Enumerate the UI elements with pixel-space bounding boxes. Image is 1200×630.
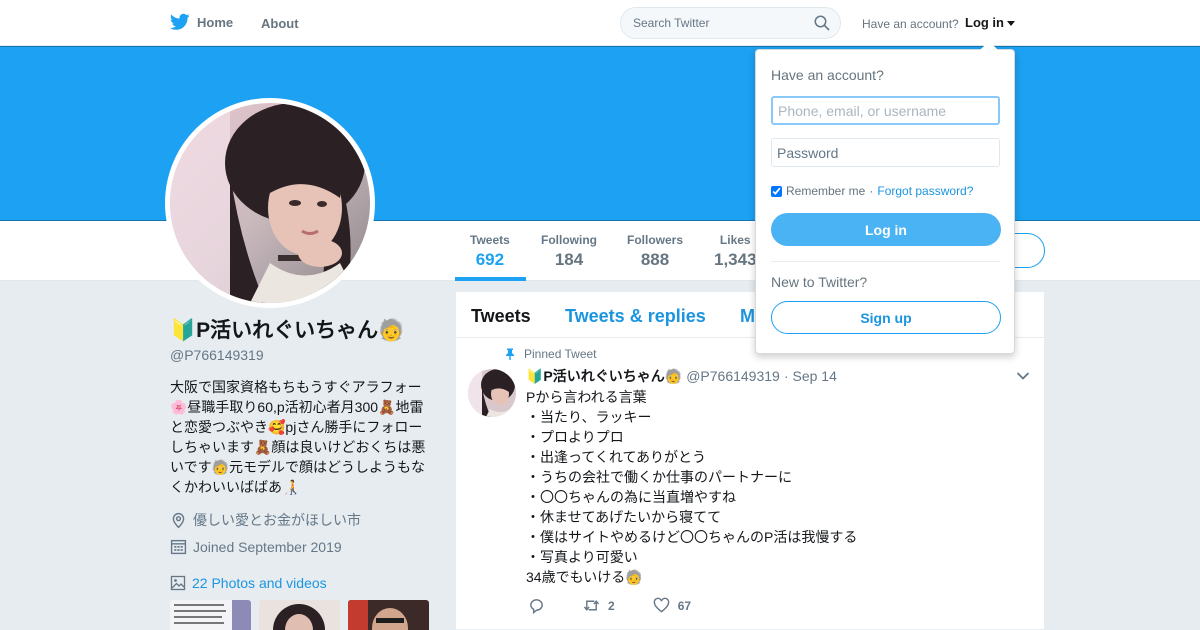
stat-tweets[interactable]: Tweets 692 xyxy=(470,233,510,270)
search-input[interactable] xyxy=(621,8,801,38)
tweet-line: Pから言われる言葉 xyxy=(526,389,647,405)
retweet-button[interactable]: 2 xyxy=(583,597,615,614)
photo-thumbnail[interactable] xyxy=(170,600,251,630)
avatar-photo xyxy=(170,103,370,303)
stat-value: 888 xyxy=(640,250,670,269)
tweet-line: ・うちの会社で働くか仕事のパートナーに xyxy=(526,469,792,485)
image-icon xyxy=(170,575,186,591)
pin-icon xyxy=(506,348,514,360)
tab-tweets-replies[interactable]: Tweets & replies xyxy=(565,306,706,327)
new-to-twitter-text: New to Twitter? xyxy=(771,274,868,290)
tweet-line: ・僕はサイトやめるけど〇〇ちゃんのP活は我慢する xyxy=(526,529,858,545)
search-box xyxy=(620,7,841,39)
tab-tweets[interactable]: Tweets xyxy=(471,306,531,327)
tweet-avatar[interactable] xyxy=(468,369,516,417)
stat-label: Followers xyxy=(627,233,684,247)
joined-text: Joined September 2019 xyxy=(193,538,342,555)
photo-thumbnail[interactable] xyxy=(348,600,429,630)
reply-icon xyxy=(530,599,543,614)
login-dropdown: Have an account? Remember me · Forgot pa… xyxy=(755,41,1015,354)
calendar-icon xyxy=(170,539,187,555)
photo-thumbnail[interactable] xyxy=(259,600,340,630)
stat-following[interactable]: Following 184 xyxy=(541,233,597,270)
stat-likes[interactable]: Likes 1,343 xyxy=(714,233,757,270)
dropdown-arrow xyxy=(980,41,998,50)
profile-bio: 大阪で国家資格もちもうすぐアラフォー🌸昼職手取り60,p活初心者月300🧸地雷と… xyxy=(170,379,426,495)
stat-label: Tweets xyxy=(470,233,510,247)
tweet-line: ・休ませてあげたいから寝てて xyxy=(526,509,722,525)
tweet-line: ・出逢ってくれてありがとう xyxy=(526,449,707,465)
search-icon[interactable] xyxy=(814,15,830,31)
like-count: 67 xyxy=(677,598,692,613)
stat-label: Following xyxy=(541,233,597,247)
photos-link-label: 22 Photos and videos xyxy=(192,575,327,591)
nav-home-link[interactable]: Home xyxy=(170,13,233,31)
location-text: 優しい愛とお金がほしい市 xyxy=(193,512,361,528)
stat-followers[interactable]: Followers 888 xyxy=(627,233,683,270)
heart-icon xyxy=(653,597,669,613)
pinned-text: Pinned Tweet xyxy=(524,347,597,361)
tweet-actions: 2 67 xyxy=(528,597,729,614)
profile-joined: Joined September 2019 xyxy=(170,538,342,555)
pinned-label: Pinned Tweet xyxy=(504,347,597,361)
dropdown-title: Have an account? xyxy=(771,67,884,83)
stat-value: 1,343 xyxy=(714,250,757,269)
login-button[interactable]: Log in xyxy=(771,213,1001,246)
profile-location: 優しい愛とお金がほしい市 xyxy=(170,510,361,530)
tweet-line: ・〇〇ちゃんの為に当直増やすね xyxy=(526,489,736,505)
username-field[interactable] xyxy=(771,96,1000,125)
tweet-line: 34歳でもいける🧓 xyxy=(526,569,643,585)
tweet-date-separator: · xyxy=(783,368,789,384)
tweet-author-name[interactable]: 🔰P活いれぐいちゃん🧓 xyxy=(526,366,682,386)
nav-home-label: Home xyxy=(197,14,234,30)
active-stat-underline xyxy=(455,277,526,281)
profile-handle[interactable]: @P766149319 xyxy=(170,347,264,363)
login-toggle-label: Log in xyxy=(965,15,1004,30)
reply-button[interactable] xyxy=(528,597,545,614)
tweet-line: ・プロよりプロ xyxy=(526,429,624,445)
tweet-text: Pから言われる言葉 ・当たり、ラッキー ・プロよりプロ ・出逢ってくれてありがと… xyxy=(526,387,1026,587)
stat-value: 184 xyxy=(554,250,584,269)
tweet-author-handle[interactable]: @P766149319 xyxy=(686,368,780,384)
location-pin-icon xyxy=(172,512,185,528)
profile-avatar[interactable] xyxy=(165,98,375,308)
tweet-line: ・当たり、ラッキー xyxy=(526,409,652,425)
profile-name[interactable]: 🔰P活いれぐいちゃん🧓 xyxy=(170,314,404,344)
remember-label[interactable]: Remember me xyxy=(786,184,865,198)
signup-button[interactable]: Sign up xyxy=(771,301,1001,334)
remember-checkbox[interactable] xyxy=(771,185,782,197)
password-field[interactable] xyxy=(771,138,1000,167)
chevron-down-icon[interactable] xyxy=(1016,369,1030,383)
tweet-line: ・写真より可愛い xyxy=(526,549,638,565)
remember-separator: · xyxy=(869,184,874,198)
have-account-text: Have an account? xyxy=(862,17,959,31)
divider xyxy=(771,261,1000,262)
chevron-down-icon xyxy=(1007,21,1015,26)
tweet-header: 🔰P活いれぐいちゃん🧓 @P766149319 · Sep 14 xyxy=(526,366,837,386)
login-dropdown-toggle[interactable]: Log in xyxy=(965,15,1015,30)
nav-about-link[interactable]: About xyxy=(261,16,299,31)
like-button[interactable]: 67 xyxy=(653,597,691,614)
remember-row: Remember me · Forgot password? xyxy=(771,184,973,198)
stat-label: Likes xyxy=(719,233,751,247)
forgot-password-link[interactable]: Forgot password? xyxy=(877,184,973,198)
top-nav: Home About Have an account? Log in xyxy=(0,0,1200,46)
twitter-bird-icon xyxy=(170,13,190,30)
tweet-date[interactable]: Sep 14 xyxy=(793,368,837,384)
pinned-tweet[interactable]: Pinned Tweet 🔰P活いれぐいちゃん🧓 @P766149319 · S… xyxy=(456,339,1044,630)
stat-value: 692 xyxy=(475,250,505,269)
photos-videos-link[interactable]: 22 Photos and videos xyxy=(170,575,327,591)
retweet-count: 2 xyxy=(608,598,615,613)
retweet-icon xyxy=(583,600,600,611)
